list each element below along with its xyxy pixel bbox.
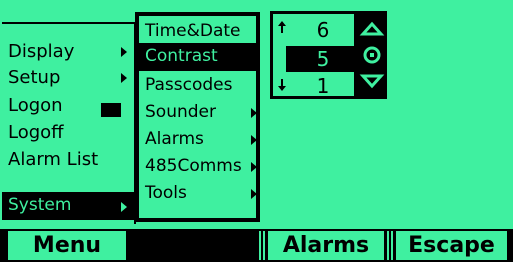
submenu-item-passcodes[interactable]: Passcodes bbox=[145, 72, 232, 99]
spinner-controls bbox=[357, 11, 387, 99]
softkey-bar: Menu Alarms Escape bbox=[0, 229, 513, 262]
spinner-control-icons bbox=[359, 21, 385, 89]
menu-item-display[interactable]: Display bbox=[8, 38, 74, 65]
menu-item-setup[interactable]: Setup bbox=[8, 64, 60, 91]
spin-select-icon[interactable] bbox=[363, 46, 381, 64]
scroll-down-icon bbox=[278, 79, 286, 91]
blank-softkey[interactable] bbox=[134, 231, 257, 260]
separator-icon bbox=[387, 231, 393, 260]
spinner-value-above: 6 bbox=[316, 18, 330, 42]
spinner-value-below: 1 bbox=[316, 74, 330, 98]
submenu-item-tools[interactable]: Tools bbox=[145, 180, 187, 207]
submenu-arrow-icon bbox=[121, 73, 127, 83]
spinner-value-current: 5 bbox=[316, 47, 330, 71]
submenu-arrow-icon bbox=[121, 202, 127, 212]
menu-item-alarm-list[interactable]: Alarm List bbox=[8, 146, 98, 173]
menu-item-system[interactable]: System bbox=[2, 192, 134, 220]
menu-item-logon[interactable]: Logon bbox=[8, 92, 63, 119]
system-submenu: Time&Date Contrast Passcodes Sounder Ala… bbox=[135, 12, 260, 222]
separator-icon bbox=[259, 231, 265, 260]
submenu-item-time-date[interactable]: Time&Date bbox=[145, 18, 241, 45]
submenu-item-sounder[interactable]: Sounder bbox=[145, 99, 216, 126]
contrast-spinner[interactable]: 6 5 1 bbox=[270, 11, 357, 99]
menu-softkey[interactable]: Menu bbox=[8, 231, 126, 260]
menu-item-system-label: System bbox=[8, 195, 72, 215]
escape-softkey[interactable]: Escape bbox=[396, 231, 507, 260]
submenu-item-contrast-label: Contrast bbox=[145, 46, 218, 66]
spin-up-icon[interactable] bbox=[359, 21, 385, 36]
spinner-current-highlight: 5 bbox=[286, 46, 354, 72]
main-menu: Display Setup Logon Logoff Alarm List Sy… bbox=[2, 22, 136, 224]
scroll-up-icon bbox=[278, 21, 286, 33]
submenu-arrow-icon bbox=[251, 189, 257, 199]
submenu-arrow-icon bbox=[251, 162, 257, 172]
submenu-arrow-icon bbox=[251, 108, 257, 118]
lcd-screen: Display Setup Logon Logoff Alarm List Sy… bbox=[0, 0, 513, 262]
alarms-softkey[interactable]: Alarms bbox=[268, 231, 384, 260]
submenu-item-485comms[interactable]: 485Comms bbox=[145, 153, 242, 180]
logon-indicator-icon bbox=[101, 103, 121, 117]
menu-item-logoff[interactable]: Logoff bbox=[8, 119, 64, 146]
submenu-item-alarms[interactable]: Alarms bbox=[145, 126, 204, 153]
spin-down-icon[interactable] bbox=[359, 74, 385, 89]
submenu-arrow-icon bbox=[251, 135, 257, 145]
submenu-arrow-icon bbox=[121, 47, 127, 57]
submenu-item-contrast[interactable]: Contrast bbox=[139, 43, 256, 71]
